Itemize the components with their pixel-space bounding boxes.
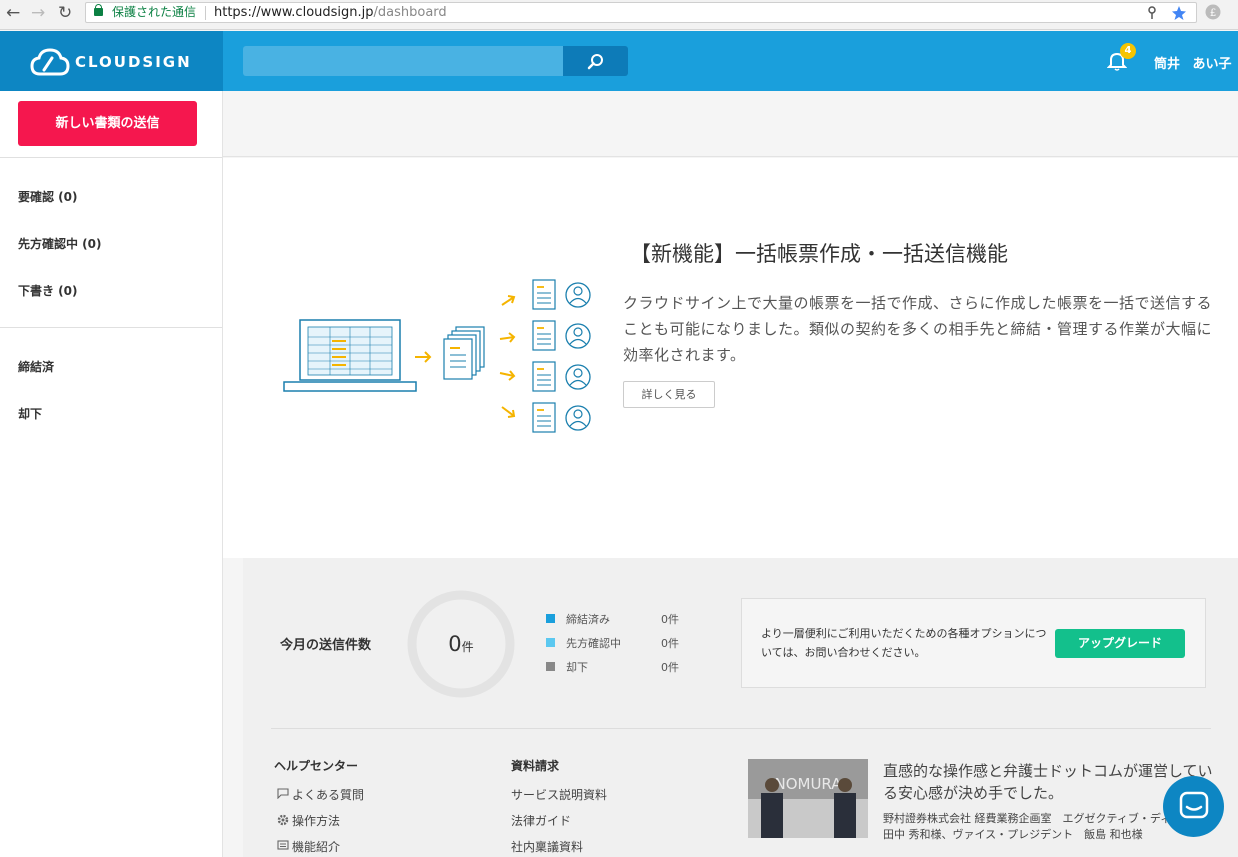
search-button[interactable] — [563, 46, 628, 76]
arrow-icon — [501, 295, 516, 306]
forward-icon[interactable]: → — [31, 3, 45, 23]
learn-more-button[interactable]: 詳しく見る — [623, 381, 715, 408]
notification-badge: 4 — [1120, 43, 1136, 59]
feature-description: クラウドサイン上で大量の帳票を一括で作成、さらに作成した帳票を一括で送信すること… — [623, 294, 1213, 364]
back-icon[interactable]: ← — [6, 3, 20, 23]
internal-approval-doc-link[interactable]: 社内稟議資料 — [511, 838, 583, 855]
chat-icon — [1179, 791, 1209, 819]
service-doc-link[interactable]: サービス説明資料 — [511, 786, 607, 803]
lock-icon — [94, 4, 103, 16]
faq-link[interactable]: よくある質問 — [292, 786, 364, 803]
laptop-icon — [283, 319, 417, 392]
legend-awaiting-label: 先方確認中 — [566, 637, 621, 650]
gear-icon — [277, 814, 289, 826]
cloud-logo-icon — [30, 48, 70, 76]
legend-concluded-swatch — [546, 614, 555, 623]
extension-icon[interactable]: £ — [1205, 4, 1221, 20]
sidebar-item-awaiting-counterparty[interactable]: 先方確認中 (0) — [18, 235, 102, 252]
svg-text:£: £ — [1210, 8, 1216, 19]
sidebar-item-needs-review[interactable]: 要確認 (0) — [18, 188, 78, 205]
docs-request-heading: 資料請求 — [511, 759, 560, 773]
person-icon — [565, 364, 591, 390]
url-text: https://www.cloudsign.jp/dashboard — [214, 5, 447, 20]
document-icon — [532, 279, 556, 310]
features-link[interactable]: 機能紹介 — [292, 838, 340, 855]
legend-awaiting-count: 0件 — [661, 637, 679, 650]
person-icon — [565, 405, 591, 431]
legend-rejected-swatch — [546, 662, 555, 671]
search-icon — [587, 54, 603, 70]
arrow-icon — [499, 332, 516, 343]
document-icon — [532, 320, 556, 351]
monthly-sent-label: 今月の送信件数 — [280, 638, 372, 653]
legend-rejected-label: 却下 — [566, 661, 588, 674]
secure-label: 保護された通信 — [112, 5, 197, 19]
reload-icon[interactable]: ↻ — [58, 3, 72, 23]
case-study-photo[interactable]: NOMURA — [748, 759, 868, 838]
nomura-sign: NOMURA — [774, 775, 842, 793]
user-name[interactable]: 筒井 あい子 — [1154, 53, 1232, 72]
sidebar-item-drafts[interactable]: 下書き (0) — [18, 282, 78, 299]
upgrade-button[interactable]: アップグレード — [1055, 629, 1185, 658]
sidebar: 新しい書類の送信 要確認 (0) 先方確認中 (0) 下書き (0) 締結済 却… — [0, 91, 223, 857]
upgrade-message: より一層便利にご利用いただくための各種オプションについては、お問い合わせください… — [761, 627, 1047, 659]
help-center-heading: ヘルプセンター — [274, 759, 359, 773]
address-bar[interactable]: 保護された通信 https://www.cloudsign.jp/dashboa… — [85, 2, 1197, 23]
arrow-right-icon — [415, 351, 432, 363]
sidebar-item-rejected[interactable]: 却下 — [18, 405, 42, 422]
bulk-send-illustration — [283, 279, 591, 433]
legend-concluded-label: 締結済み — [566, 613, 610, 626]
bookmark-star-icon[interactable] — [1171, 5, 1187, 21]
sent-count-value: 0件 — [448, 632, 474, 656]
arrow-icon — [501, 406, 516, 418]
message-icon — [277, 840, 289, 850]
person-icon — [565, 282, 591, 308]
legal-guide-link[interactable]: 法律ガイド — [511, 812, 571, 829]
legend-concluded-count: 0件 — [661, 613, 679, 626]
feature-title: 【新機能】一括帳票作成・一括送信機能 — [630, 242, 1008, 266]
sidebar-item-concluded[interactable]: 締結済 — [18, 358, 54, 375]
app-header: CLOUDSIGN 4 筒井 あい子 — [0, 31, 1238, 91]
document-icon — [532, 361, 556, 392]
logo[interactable]: CLOUDSIGN — [0, 31, 223, 91]
legend-awaiting-swatch — [546, 638, 555, 647]
logo-text: CLOUDSIGN — [75, 53, 192, 71]
new-document-button[interactable]: 新しい書類の送信 — [18, 101, 197, 146]
arrow-icon — [499, 370, 516, 381]
search-input[interactable] — [243, 46, 563, 76]
browser-toolbar: ← → ↻ 保護された通信 https://www.cloudsign.jp/d… — [0, 0, 1238, 30]
top-toolbar — [223, 91, 1238, 157]
how-to-link[interactable]: 操作方法 — [292, 812, 340, 829]
person-icon — [565, 323, 591, 349]
chat-button[interactable] — [1163, 776, 1224, 837]
key-icon[interactable] — [1147, 6, 1157, 20]
legend-rejected-count: 0件 — [661, 661, 679, 674]
document-icon — [532, 402, 556, 433]
speech-bubble-icon — [277, 788, 289, 799]
document-stack-icon — [443, 326, 485, 380]
